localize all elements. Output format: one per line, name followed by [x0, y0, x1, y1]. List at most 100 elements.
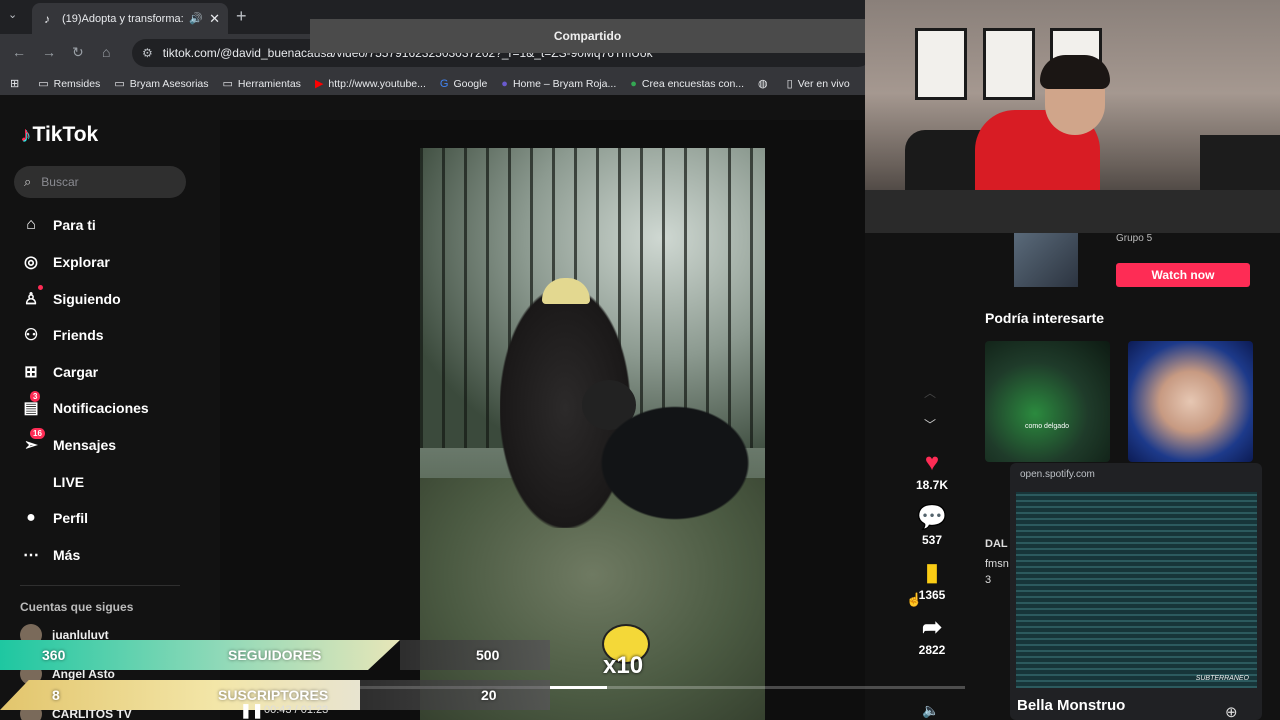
subscribers-goal-track: [360, 680, 550, 710]
tiktok-favicon-icon: ♪: [44, 11, 50, 26]
forward-icon[interactable]: →: [42, 44, 56, 60]
apps-icon[interactable]: ⊞: [10, 77, 24, 90]
bookmark-item[interactable]: ◍: [758, 77, 773, 90]
browser-tab-active[interactable]: ♪ (19)Adopta y transforma: de 🔊 ✕: [32, 3, 228, 34]
folder-icon: ▭: [114, 78, 125, 90]
suggested-title: DAL: [985, 538, 1008, 550]
thumbnail-caption: como delgado: [1025, 423, 1069, 430]
share-button[interactable]: ➦ 2822: [905, 613, 959, 657]
google-icon: G: [439, 77, 449, 90]
suggested-video-thumbnail[interactable]: [985, 341, 1110, 462]
bookmark-item[interactable]: ▭ Remsides: [38, 77, 100, 91]
sidebar-item-perfil[interactable]: ● Perfil: [20, 504, 88, 532]
suggested-likes: 3: [985, 574, 992, 586]
globe-icon: ◍: [758, 78, 768, 90]
pip-video[interactable]: SUBTERRANEO: [1016, 492, 1257, 688]
bookmark-item[interactable]: ▶ http://www.youtube...: [315, 77, 426, 91]
sidebar: ♪ TikTok ⌕ Buscar ⌂ Para ti ◎ Explorar ♙ Si…: [0, 95, 220, 720]
notifications-icon: ▤ 3: [23, 391, 41, 417]
sidebar-item-friends[interactable]: ⚇ Friends: [20, 321, 104, 349]
sidebar-item-live[interactable]: LIVE: [20, 468, 84, 496]
bookmark-item[interactable]: ▭ Bryam Asesorias: [114, 77, 208, 91]
subscribers-count: 8: [52, 687, 60, 703]
wall-poster: [915, 28, 967, 100]
wall-poster: [983, 28, 1035, 100]
friends-icon: ⚇: [23, 327, 39, 344]
tiktok-note-icon: ♪: [20, 123, 31, 146]
home-icon: ⌂: [26, 216, 36, 233]
shared-banner: Compartido: [310, 19, 865, 53]
unread-dot: [38, 285, 43, 290]
followers-goal: 500: [476, 647, 500, 663]
previous-video-icon[interactable]: ︿: [924, 384, 936, 401]
next-video-icon[interactable]: ﹀: [924, 416, 936, 433]
search-input[interactable]: ⌕ Buscar: [14, 166, 186, 198]
bookmark-item[interactable]: ● Home – Bryam Roja...: [501, 78, 616, 90]
site-info-icon[interactable]: ⚙: [142, 46, 153, 60]
following-heading: Cuentas que sigues: [20, 600, 134, 614]
message-badge: 16: [30, 428, 45, 439]
video-dog: [590, 398, 760, 528]
like-button[interactable]: ♥ 18.7K: [905, 448, 959, 492]
suggested-video-thumbnail[interactable]: [1128, 341, 1253, 462]
subscribers-goal: 20: [481, 687, 497, 703]
tab-close-icon[interactable]: ✕: [209, 11, 220, 27]
promo-thumbnail[interactable]: [1014, 233, 1078, 287]
folder-icon: ▭: [222, 78, 233, 90]
followers-goal-track: [400, 640, 550, 670]
search-icon: ⌕: [24, 174, 32, 189]
more-icon: ⋯: [23, 547, 39, 564]
sidebar-item-notificaciones[interactable]: ▤ 3 Notificaciones: [20, 391, 149, 422]
comment-button[interactable]: 💬 537: [905, 503, 959, 547]
tab-search-icon[interactable]: ⌄: [8, 8, 17, 21]
sidebar-item-explorar[interactable]: ◎ Explorar: [20, 248, 110, 276]
could-interest-heading: Podría interesarte: [985, 310, 1105, 326]
survey-icon: ●: [630, 77, 637, 90]
subscribers-label: SUSCRIPTORES: [218, 687, 329, 703]
new-tab-button[interactable]: +: [236, 6, 247, 27]
pip-track-title: Bella Monstruo: [1017, 697, 1126, 714]
search-placeholder: Buscar: [41, 175, 79, 189]
video-time: 00:43 / 01:23: [264, 704, 329, 716]
following-icon: ♙: [20, 285, 43, 309]
webcam-streamer-hair: [1040, 55, 1110, 89]
bookmarks-bar: ⊞ ▭ Remsides ▭ Bryam Asesorias ▭ Herramient…: [0, 72, 865, 95]
webcam-monitor: [1200, 135, 1280, 190]
bookmark-icon: ▮: [925, 559, 939, 586]
webcam-overlay: [865, 0, 1280, 233]
folder-icon: ▭: [38, 78, 49, 90]
bookmark-item[interactable]: ● Crea encuestas con...: [630, 78, 744, 90]
reload-icon[interactable]: ↻: [72, 44, 84, 61]
followers-count: 360: [42, 647, 66, 663]
profile-avatar-icon: ●: [26, 509, 36, 526]
home-icon[interactable]: ⌂: [102, 44, 110, 60]
pip-source-url: open.spotify.com: [1020, 469, 1095, 480]
sidebar-item-cargar[interactable]: ⊞ Cargar: [20, 358, 98, 386]
pip-brand-label: SUBTERRANEO: [1195, 675, 1249, 682]
webcam-desk: [865, 190, 1280, 233]
multiplier-label: x10: [603, 652, 644, 679]
sidebar-item-mas[interactable]: ⋯ Más: [20, 541, 80, 569]
notification-badge: 3: [30, 391, 41, 402]
add-icon[interactable]: ⊕: [1225, 703, 1238, 720]
volume-icon[interactable]: 🔈: [922, 702, 939, 719]
watch-now-button[interactable]: Watch now: [1116, 263, 1250, 287]
sidebar-item-mensajes[interactable]: ➣ 16 Mensajes: [20, 428, 116, 459]
tiktok-logo[interactable]: ♪ TikTok: [20, 123, 98, 147]
back-icon[interactable]: ←: [12, 44, 26, 60]
bookmark-item[interactable]: ▯ Ver en vivo: [786, 77, 850, 91]
audio-playing-icon[interactable]: 🔊: [189, 12, 203, 25]
sidebar-item-para-ti[interactable]: ⌂ Para ti: [20, 211, 96, 239]
bookmark-item[interactable]: ▭ Herramientas: [222, 77, 301, 91]
upload-icon: ⊞: [24, 364, 38, 381]
share-icon: ➦: [921, 614, 943, 641]
messages-icon: ➣ 16: [20, 428, 45, 455]
hand-cursor-icon: ☝: [906, 592, 923, 607]
bookmark-item[interactable]: G Google: [440, 78, 487, 90]
sidebar-item-siguiendo[interactable]: ♙ Siguiendo: [20, 285, 121, 313]
video-player[interactable]: [420, 148, 765, 720]
comment-icon: 💬: [917, 504, 947, 531]
page-icon: ▯: [786, 78, 793, 90]
pause-icon[interactable]: ❚❚: [240, 702, 263, 719]
sidebar-divider: [20, 585, 180, 586]
